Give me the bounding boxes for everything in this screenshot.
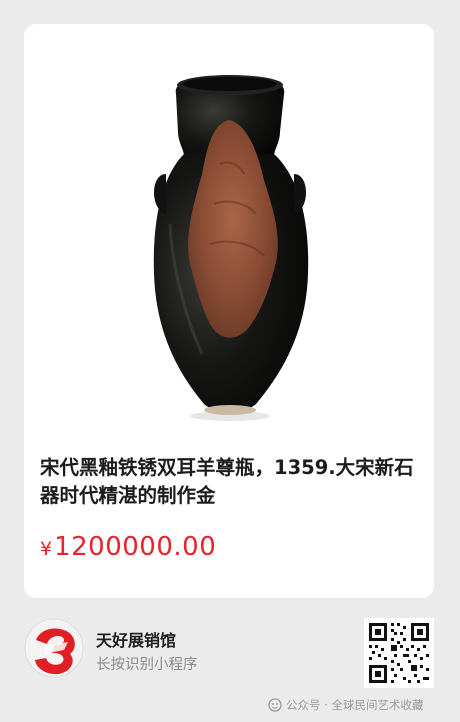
product-card[interactable]: 宋代黑釉铁锈双耳羊尊瓶，1359.大宋新石器时代精湛的制作金 ¥ 1200000… xyxy=(24,24,434,598)
product-image[interactable] xyxy=(24,24,434,434)
currency-symbol: ¥ xyxy=(40,538,53,560)
vase-image xyxy=(153,75,309,421)
qr-code-icon xyxy=(364,618,434,688)
wechat-official-account-icon xyxy=(268,698,282,712)
watermark: 公众号 · 全球民间艺术收藏 xyxy=(268,697,423,713)
shop-logo-icon xyxy=(24,618,84,678)
product-price: ¥ 1200000.00 xyxy=(40,532,216,562)
watermark-text: 公众号 · 全球民间艺术收藏 xyxy=(286,698,424,712)
price-value: 1200000.00 xyxy=(54,532,217,562)
shop-logo-3[interactable] xyxy=(24,618,84,678)
product-title: 宋代黑釉铁锈双耳羊尊瓶，1359.大宋新石器时代精湛的制作金 xyxy=(40,456,414,507)
mini-program-footer: 天好展销馆 长按识别小程序 公众号 · 全球民间艺术收藏 xyxy=(0,598,460,722)
mini-program-qr-code[interactable] xyxy=(364,618,434,688)
shop-subtitle: 长按识别小程序 xyxy=(96,657,198,673)
shop-name: 天好展销馆 xyxy=(96,631,177,650)
